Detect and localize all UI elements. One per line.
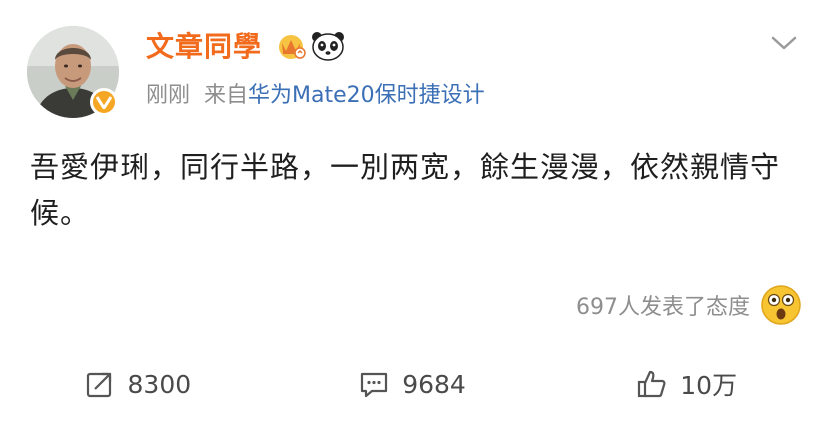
post-content: 吾愛伊琍，同行半路，一別两宽，餘生漫漫，依然親情守候。 [30, 150, 781, 230]
panda-badge-icon[interactable] [310, 30, 346, 62]
comment-count: 9684 [402, 369, 466, 399]
reactions-summary[interactable]: 697人发表了态度 [576, 284, 802, 326]
crown-badge-icon[interactable] [276, 31, 306, 61]
post-time: 刚刚 [146, 83, 191, 108]
repost-count: 8300 [127, 369, 192, 399]
source-prefix: 来自 [204, 83, 249, 108]
repost-button[interactable]: 8300 [0, 354, 275, 414]
post-meta: 刚刚 来自华为Mate20保时捷设计 [146, 82, 485, 110]
author-badges [276, 30, 346, 62]
chevron-down-icon[interactable] [770, 34, 798, 52]
repost-icon [86, 372, 111, 398]
reactions-count: 697人发表了态度 [576, 295, 750, 320]
shocked-face-icon [761, 285, 801, 325]
like-button[interactable]: 10万 [549, 354, 824, 414]
comment-icon [361, 372, 388, 398]
verified-v-icon [90, 88, 118, 116]
author-name[interactable]: 文章同學 [146, 30, 262, 64]
action-bar: 8300 9684 10万 [0, 354, 824, 414]
source-device-link[interactable]: 华为Mate20保时捷设计 [248, 83, 485, 108]
weibo-post-card: 文章同學 刚刚 来自华为Mate20保时捷设计 吾愛伊琍，同行半路，一別两宽，餘生… [0, 0, 824, 430]
thumbs-up-icon [638, 370, 666, 398]
like-count: 10万 [680, 371, 738, 400]
comment-button[interactable]: 9684 [275, 354, 550, 414]
